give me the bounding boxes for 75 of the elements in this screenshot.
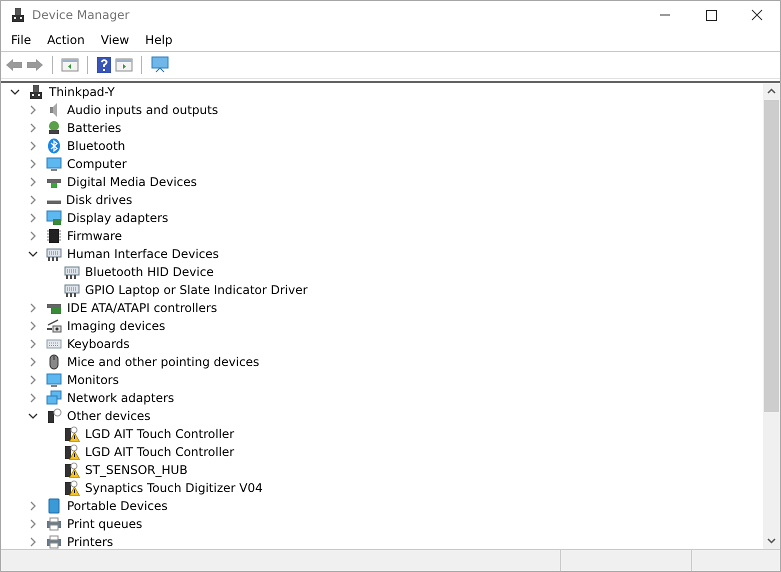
forward-icon[interactable] (26, 57, 44, 73)
collapse-chevron-icon[interactable] (28, 249, 38, 259)
bluetooth-icon (46, 138, 62, 154)
collapse-chevron-icon[interactable] (28, 411, 38, 421)
help-icon[interactable] (96, 56, 112, 74)
tree-item[interactable]: Other devices (66, 409, 152, 423)
network-icon (46, 390, 62, 406)
action-pane-icon[interactable] (115, 57, 133, 73)
expand-chevron-icon[interactable] (28, 339, 38, 349)
disk-drive-icon (47, 200, 61, 204)
chip-icon (46, 228, 62, 244)
display-adapter-icon (46, 210, 62, 226)
back-icon[interactable] (5, 57, 23, 73)
tree-item[interactable]: Mice and other pointing devices (66, 355, 260, 369)
tree-item[interactable]: Audio inputs and outputs (66, 103, 220, 117)
tree-item[interactable]: Imaging devices (66, 319, 166, 333)
monitor-icon (46, 372, 62, 388)
expand-chevron-icon[interactable] (28, 159, 38, 169)
tree-item[interactable]: Synaptics Touch Digitizer V04 (84, 481, 264, 495)
tree-item[interactable]: Network adapters (66, 391, 176, 405)
unknown-device-icon (46, 408, 62, 424)
tree-item[interactable]: LGD AIT Touch Controller (84, 445, 236, 459)
tree-item[interactable]: Disk drives (65, 193, 134, 207)
menu-item[interactable]: Help (137, 33, 181, 47)
console-tree-icon[interactable] (61, 57, 79, 73)
expand-chevron-icon[interactable] (28, 177, 38, 187)
vertical-scrollbar[interactable] (763, 83, 780, 549)
tree-item[interactable]: Keyboards (66, 337, 131, 351)
tree-item[interactable]: Printers (66, 535, 114, 549)
tree-item[interactable]: Batteries (66, 121, 122, 135)
app-icon (10, 7, 26, 23)
tree-item[interactable]: IDE ATA/ATAPI controllers (66, 301, 218, 315)
collapse-chevron-icon[interactable] (10, 87, 20, 97)
keyboard-device-icon (46, 246, 62, 262)
tree-item[interactable]: Digital Media Devices (66, 175, 198, 189)
tree-item[interactable]: LGD AIT Touch Controller (84, 427, 236, 441)
scroll-thumb[interactable] (764, 100, 779, 412)
tree-item[interactable]: GPIO Laptop or Slate Indicator Driver (84, 283, 309, 297)
printer-icon (46, 516, 62, 532)
menu-item[interactable]: View (92, 33, 138, 47)
expand-chevron-icon[interactable] (28, 519, 38, 529)
tree-item[interactable]: Firmware (66, 229, 123, 243)
expand-chevron-icon[interactable] (28, 195, 38, 205)
menu-item[interactable]: Action (39, 33, 93, 47)
expand-chevron-icon[interactable] (28, 213, 38, 223)
battery-icon (46, 120, 62, 136)
tree-item[interactable]: Monitors (66, 373, 120, 387)
printer-icon (46, 534, 62, 549)
expand-chevron-icon[interactable] (28, 123, 38, 133)
expand-chevron-icon[interactable] (28, 393, 38, 403)
expand-chevron-icon[interactable] (28, 231, 38, 241)
window-title: Device Manager (32, 8, 130, 22)
menu-item[interactable]: File (3, 33, 40, 47)
expand-chevron-icon[interactable] (28, 321, 38, 331)
scan-monitor-icon[interactable] (150, 56, 170, 74)
tree-item[interactable]: Print queues (66, 517, 144, 531)
tree-item[interactable]: Bluetooth HID Device (84, 265, 215, 279)
tree-item[interactable]: Display adapters (66, 211, 170, 225)
expand-chevron-icon[interactable] (28, 141, 38, 151)
camera-icon (46, 318, 62, 334)
tablet-icon (46, 498, 62, 514)
tree-item[interactable]: ST_SENSOR_HUB (84, 463, 189, 477)
expand-chevron-icon[interactable] (28, 105, 38, 115)
tree-item[interactable]: Portable Devices (66, 499, 169, 513)
tree-item[interactable]: Bluetooth (66, 139, 126, 153)
expand-chevron-icon[interactable] (28, 537, 38, 547)
tree-item[interactable]: Computer (66, 157, 128, 171)
tree-item[interactable]: Human Interface Devices (66, 247, 220, 261)
monitor-icon (46, 156, 62, 172)
computer-icon (28, 84, 44, 100)
expand-chevron-icon[interactable] (28, 303, 38, 313)
tree-item[interactable]: Thinkpad-Y (48, 85, 116, 99)
expand-chevron-icon[interactable] (28, 501, 38, 511)
expand-chevron-icon[interactable] (28, 357, 38, 367)
expand-chevron-icon[interactable] (28, 375, 38, 385)
